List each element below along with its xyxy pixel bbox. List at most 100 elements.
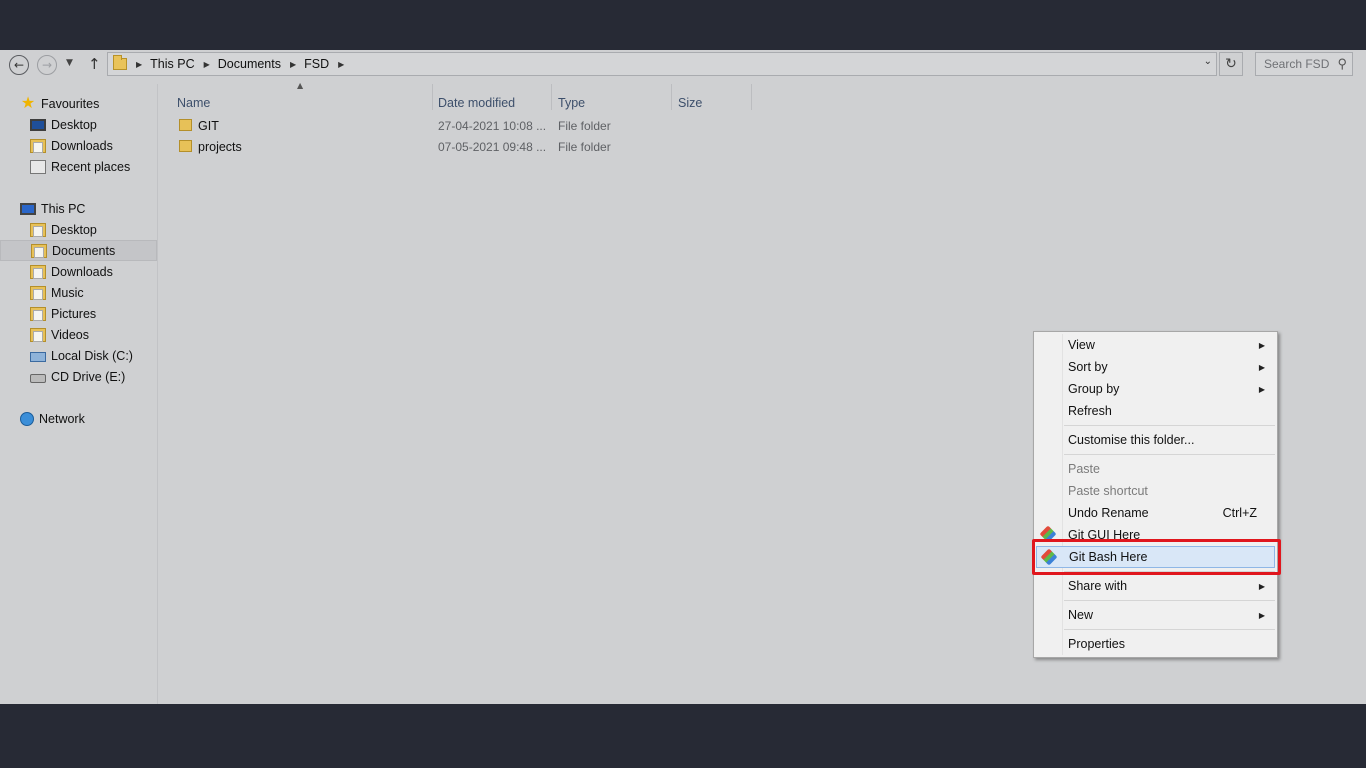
context-menu: View ▶ Sort by ▶ Group by ▶ Refresh Customi… <box>1033 331 1278 658</box>
navigation-bar: ← → ▼ ↑ ▶ This PC ▶ Documents ▶ FSD ▶ ⌄ … <box>0 50 1366 80</box>
column-divider[interactable] <box>432 84 433 110</box>
breadcrumb-this-pc[interactable]: This PC <box>150 57 194 71</box>
nav-fav-recent-places[interactable]: Recent places <box>0 156 157 177</box>
nav-fav-desktop[interactable]: Desktop <box>0 114 157 135</box>
chevron-right-icon[interactable]: ▶ <box>204 60 210 69</box>
nav-label: CD Drive (E:) <box>51 369 126 384</box>
menu-separator <box>1064 629 1275 630</box>
nav-label: Recent places <box>51 159 131 174</box>
desktop-icon <box>30 118 46 131</box>
column-divider[interactable] <box>671 84 672 110</box>
chevron-right-icon[interactable]: ▶ <box>136 60 142 69</box>
menu-separator <box>1064 600 1275 601</box>
back-arrow-icon: ← <box>13 58 25 72</box>
menu-item-undo-rename[interactable]: Undo Rename Ctrl+Z <box>1036 502 1275 524</box>
nav-label: Pictures <box>51 306 97 321</box>
menu-separator <box>1064 425 1275 426</box>
nav-network[interactable]: Network <box>0 408 157 429</box>
chevron-right-icon[interactable]: ▶ <box>290 60 296 69</box>
nav-pc-local-disk[interactable]: Local Disk (C:) <box>0 345 157 366</box>
highlight-callout <box>1032 539 1281 575</box>
address-history-dropdown-icon[interactable]: ⌄ <box>1204 56 1212 67</box>
submenu-arrow-icon: ▶ <box>1258 581 1265 591</box>
file-date-modified: 27-04-2021 10:08 ... <box>438 118 547 133</box>
recent-locations-dropdown[interactable]: ▼ <box>66 58 73 68</box>
nav-pc-videos[interactable]: Videos <box>0 324 157 345</box>
menu-item-view[interactable]: View ▶ <box>1036 334 1275 356</box>
chevron-down-icon: ▼ <box>66 58 73 68</box>
breadcrumb-fsd[interactable]: FSD <box>304 57 329 71</box>
sort-ascending-icon: ▲ <box>297 81 304 90</box>
column-divider[interactable] <box>551 84 552 110</box>
forward-arrow-icon: → <box>41 58 53 72</box>
menu-item-properties[interactable]: Properties <box>1036 633 1275 655</box>
nav-pc-downloads[interactable]: Downloads <box>0 261 157 282</box>
menu-item-paste[interactable]: Paste <box>1036 458 1275 480</box>
nav-pc-desktop[interactable]: Desktop <box>0 219 157 240</box>
nav-label: This PC <box>41 201 86 216</box>
column-divider[interactable] <box>751 84 752 110</box>
back-button[interactable]: ← <box>9 55 29 75</box>
folder-icon <box>179 140 192 152</box>
column-header-size[interactable]: Size <box>678 96 702 110</box>
menu-label: Group by <box>1068 382 1120 396</box>
up-arrow-icon: ↑ <box>88 55 101 73</box>
downloads-folder-icon <box>30 264 46 279</box>
menu-label: Paste shortcut <box>1068 484 1148 498</box>
shortcut-label: Ctrl+Z <box>1222 506 1257 520</box>
menu-item-share-with[interactable]: Share with ▶ <box>1036 575 1275 597</box>
nav-pc-music[interactable]: Music <box>0 282 157 303</box>
file-row[interactable]: projects 07-05-2021 09:48 ... File folde… <box>174 136 734 157</box>
menu-label: Sort by <box>1068 360 1108 374</box>
menu-item-refresh[interactable]: Refresh <box>1036 400 1275 422</box>
nav-pc-pictures[interactable]: Pictures <box>0 303 157 324</box>
file-date-modified: 07-05-2021 09:48 ... <box>438 139 547 154</box>
desktop-folder-icon <box>30 222 46 237</box>
column-header-date-modified[interactable]: Date modified <box>438 96 515 110</box>
nav-label: Downloads <box>51 138 113 153</box>
nav-pc-documents[interactable]: Documents <box>0 240 157 261</box>
nav-this-pc[interactable]: This PC <box>0 198 157 219</box>
submenu-arrow-icon: ▶ <box>1258 340 1265 350</box>
search-input[interactable]: Search FSD ⚲ <box>1255 52 1353 76</box>
menu-label: Paste <box>1068 462 1100 476</box>
hard-drive-icon <box>30 352 46 362</box>
menu-item-new[interactable]: New ▶ <box>1036 604 1275 626</box>
nav-favourites[interactable]: ★ Favourites <box>0 93 157 114</box>
nav-label: Music <box>51 285 84 300</box>
nav-fav-downloads[interactable]: Downloads <box>0 135 157 156</box>
forward-button[interactable]: → <box>37 55 57 75</box>
refresh-button[interactable]: ↻ <box>1219 52 1243 76</box>
nav-pc-cd-drive[interactable]: CD Drive (E:) <box>0 366 157 387</box>
file-row[interactable]: GIT 27-04-2021 10:08 ... File folder <box>174 115 734 136</box>
documents-folder-icon <box>31 243 47 258</box>
submenu-arrow-icon: ▶ <box>1258 362 1265 372</box>
column-header-name[interactable]: Name <box>177 96 210 110</box>
chevron-right-icon[interactable]: ▶ <box>338 60 344 69</box>
computer-icon <box>20 202 36 215</box>
menu-item-paste-shortcut[interactable]: Paste shortcut <box>1036 480 1275 502</box>
nav-label: Desktop <box>51 222 97 237</box>
menu-label: New <box>1068 608 1094 622</box>
file-type: File folder <box>558 139 611 154</box>
submenu-arrow-icon: ▶ <box>1258 610 1265 620</box>
up-button[interactable]: ↑ <box>88 55 101 73</box>
menu-label: Refresh <box>1068 404 1112 418</box>
nav-label: Videos <box>51 327 89 342</box>
nav-label: Network <box>39 411 85 426</box>
submenu-arrow-icon: ▶ <box>1258 384 1265 394</box>
column-header-type[interactable]: Type <box>558 96 585 110</box>
menu-item-group-by[interactable]: Group by ▶ <box>1036 378 1275 400</box>
menu-separator <box>1064 454 1275 455</box>
menu-item-sort-by[interactable]: Sort by ▶ <box>1036 356 1275 378</box>
menu-item-customise-folder[interactable]: Customise this folder... <box>1036 429 1275 451</box>
address-bar[interactable]: ▶ This PC ▶ Documents ▶ FSD ▶ ⌄ <box>107 52 1217 76</box>
file-name: projects <box>198 139 242 154</box>
pictures-folder-icon <box>30 306 46 321</box>
network-icon <box>20 411 34 426</box>
navigation-pane: ★ Favourites Desktop Downloads Recent pla… <box>0 84 158 704</box>
search-icon[interactable]: ⚲ <box>1337 56 1347 72</box>
breadcrumb-documents[interactable]: Documents <box>218 57 281 71</box>
nav-label: Desktop <box>51 117 97 132</box>
music-folder-icon <box>30 285 46 300</box>
